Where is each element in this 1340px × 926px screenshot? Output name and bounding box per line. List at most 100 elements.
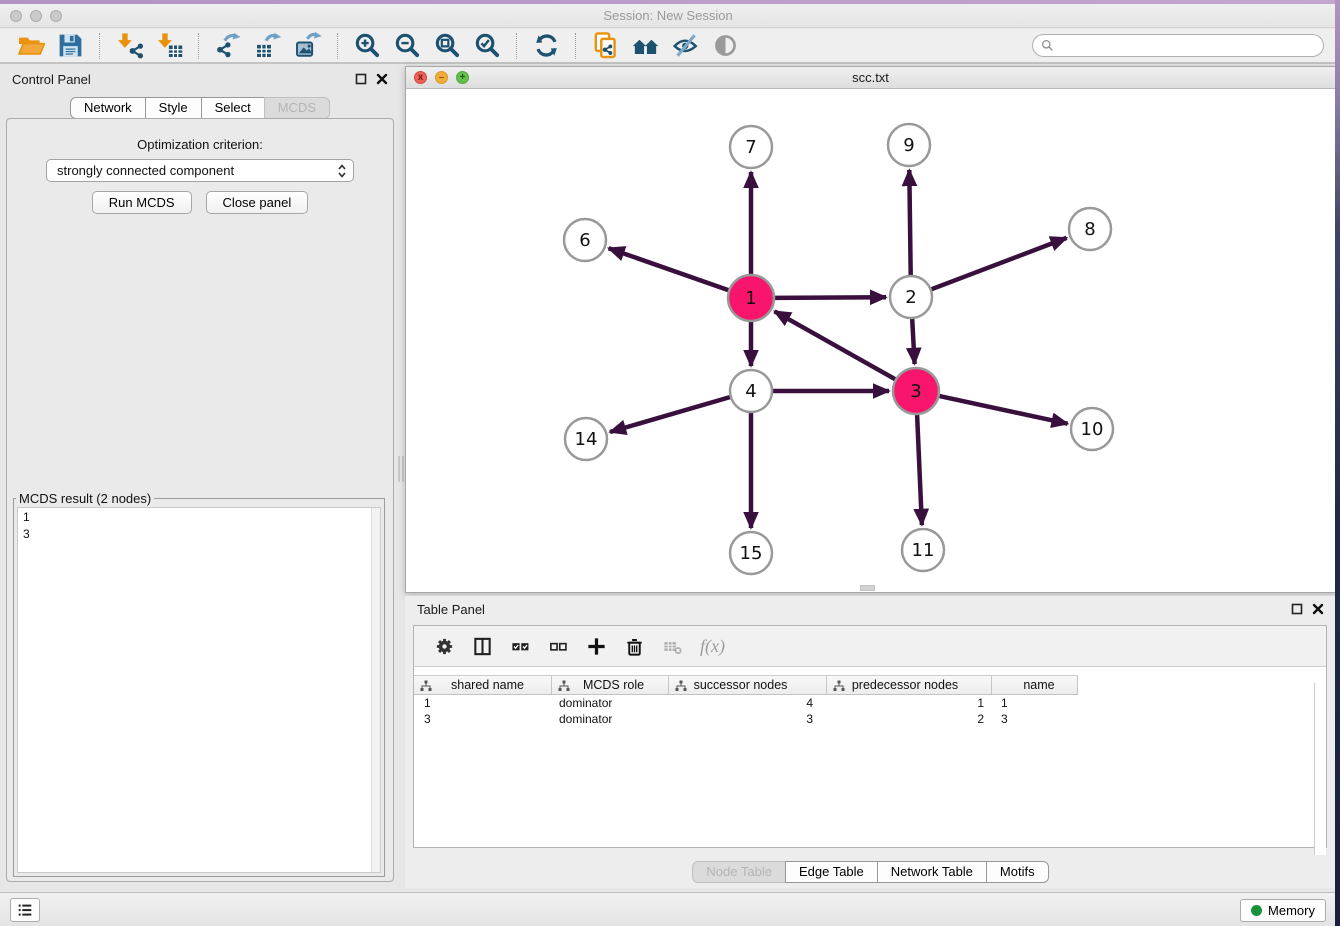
column-header-mcds-role[interactable]: MCDS role (552, 676, 669, 694)
graph-edge[interactable] (775, 297, 886, 298)
close-panel-button[interactable]: Close panel (206, 191, 309, 214)
close-panel-icon[interactable] (1312, 603, 1324, 615)
zoom-fit-button[interactable] (427, 30, 467, 62)
cell-mcds-role[interactable]: dominator (552, 696, 669, 710)
graph-edge[interactable] (932, 238, 1067, 289)
graph-edge[interactable] (940, 396, 1068, 424)
cell-successor-nodes[interactable]: 3 (669, 712, 827, 726)
cell-mcds-role[interactable]: dominator (552, 712, 669, 726)
cell-predecessor-nodes[interactable]: 2 (827, 712, 992, 726)
mcds-tab-content: Optimization criterion: strongly connect… (6, 118, 394, 882)
chevron-up-down-icon (337, 163, 347, 179)
clone-network-icon (591, 31, 620, 60)
delete-table-icon (662, 636, 683, 657)
toolbar-separator (337, 33, 338, 59)
select-all-columns-button[interactable] (510, 636, 531, 657)
import-table-button[interactable] (149, 30, 189, 62)
graph-node[interactable]: 15 (730, 532, 772, 574)
graph-node[interactable]: 4 (730, 370, 772, 412)
tab-node-table[interactable]: Node Table (692, 861, 786, 883)
run-mcds-button[interactable]: Run MCDS (92, 191, 192, 214)
zoom-out-button[interactable] (387, 30, 427, 62)
optimization-criterion-select[interactable]: strongly connected component (46, 159, 354, 182)
network-window-titlebar[interactable]: x – + scc.txt (406, 67, 1335, 89)
network-graph: 7 9 6 8 1 2 4 3 14 10 15 11 (406, 89, 1335, 592)
tab-mcds[interactable]: MCDS (264, 97, 330, 119)
fx-label: f(x) (700, 636, 725, 657)
memory-button[interactable]: Memory (1240, 899, 1326, 922)
delete-column-button[interactable] (624, 636, 645, 657)
zoom-selected-button[interactable] (467, 30, 507, 62)
open-file-button[interactable] (10, 30, 50, 62)
graph-node[interactable]: 7 (730, 126, 772, 168)
optimization-criterion-label: Optimization criterion: (7, 137, 393, 152)
deselect-all-columns-button[interactable] (548, 636, 569, 657)
cell-name[interactable]: 1 (992, 696, 1078, 710)
result-scrollbar[interactable] (371, 508, 380, 872)
svg-text:11: 11 (912, 540, 935, 561)
table-scrollbar[interactable] (1314, 683, 1326, 855)
cell-predecessor-nodes[interactable]: 1 (827, 696, 992, 710)
graph-edge[interactable] (775, 311, 896, 379)
cell-name[interactable]: 3 (992, 712, 1078, 726)
graph-node[interactable]: 3 (893, 368, 939, 414)
graph-node[interactable]: 8 (1069, 208, 1111, 250)
column-header-successor-nodes[interactable]: successor nodes (669, 676, 827, 694)
cell-shared-name[interactable]: 1 (414, 696, 552, 710)
refresh-button[interactable] (526, 30, 566, 62)
graph-node[interactable]: 10 (1071, 408, 1113, 450)
network-canvas[interactable]: 7 9 6 8 1 2 4 3 14 10 15 11 (406, 89, 1335, 592)
add-column-button[interactable] (586, 636, 607, 657)
tab-network[interactable]: Network (70, 97, 146, 119)
show-visibility-button[interactable] (705, 30, 745, 62)
attribute-tree-icon (833, 680, 845, 692)
canvas-split-handle[interactable] (860, 585, 875, 591)
status-bar: Memory (0, 892, 1336, 926)
float-panel-icon[interactable] (1291, 603, 1303, 615)
zoom-in-button[interactable] (347, 30, 387, 62)
close-panel-icon[interactable] (376, 73, 388, 85)
tab-motifs[interactable]: Motifs (986, 861, 1049, 883)
import-network-icon (115, 31, 144, 60)
function-builder-button[interactable]: f(x) (700, 636, 725, 657)
cell-shared-name[interactable]: 3 (414, 712, 552, 726)
table-row[interactable]: 3 dominator 3 2 3 (414, 711, 1078, 727)
graph-node[interactable]: 14 (565, 418, 607, 460)
split-columns-button[interactable] (472, 636, 493, 657)
graph-edge[interactable] (909, 170, 910, 275)
hide-visibility-button[interactable] (665, 30, 705, 62)
graph-node[interactable]: 6 (564, 219, 606, 261)
graph-edge[interactable] (912, 319, 914, 364)
clone-network-button[interactable] (585, 30, 625, 62)
graph-edge[interactable] (610, 397, 730, 432)
cell-successor-nodes[interactable]: 4 (669, 696, 827, 710)
delete-table-button[interactable] (662, 636, 683, 657)
graph-edge[interactable] (609, 248, 729, 290)
save-session-button[interactable] (50, 30, 90, 62)
tab-edge-table[interactable]: Edge Table (785, 861, 878, 883)
column-header-predecessor-nodes[interactable]: predecessor nodes (827, 676, 992, 694)
export-table-button[interactable] (248, 30, 288, 62)
graph-edge[interactable] (917, 415, 922, 525)
tab-select[interactable]: Select (201, 97, 265, 119)
tab-network-table[interactable]: Network Table (877, 861, 987, 883)
mcds-result-list[interactable]: 1 3 (17, 507, 381, 873)
table-row[interactable]: 1 dominator 4 1 1 (414, 695, 1078, 711)
panel-split-handle[interactable] (398, 456, 404, 482)
graph-node[interactable]: 2 (890, 276, 932, 318)
import-network-button[interactable] (109, 30, 149, 62)
column-header-name[interactable]: name (992, 676, 1078, 694)
graph-node[interactable]: 9 (888, 124, 930, 166)
tab-style[interactable]: Style (145, 97, 202, 119)
graph-node[interactable]: 11 (902, 529, 944, 571)
search-input[interactable] (1054, 39, 1304, 53)
column-header-shared-name[interactable]: shared name (414, 676, 552, 694)
first-neighbors-button[interactable] (625, 30, 665, 62)
graph-node[interactable]: 1 (728, 275, 774, 321)
list-icon (16, 901, 34, 919)
float-panel-icon[interactable] (355, 73, 367, 85)
export-network-button[interactable] (208, 30, 248, 62)
task-history-button[interactable] (10, 898, 40, 922)
table-settings-button[interactable] (434, 636, 455, 657)
export-image-button[interactable] (288, 30, 328, 62)
